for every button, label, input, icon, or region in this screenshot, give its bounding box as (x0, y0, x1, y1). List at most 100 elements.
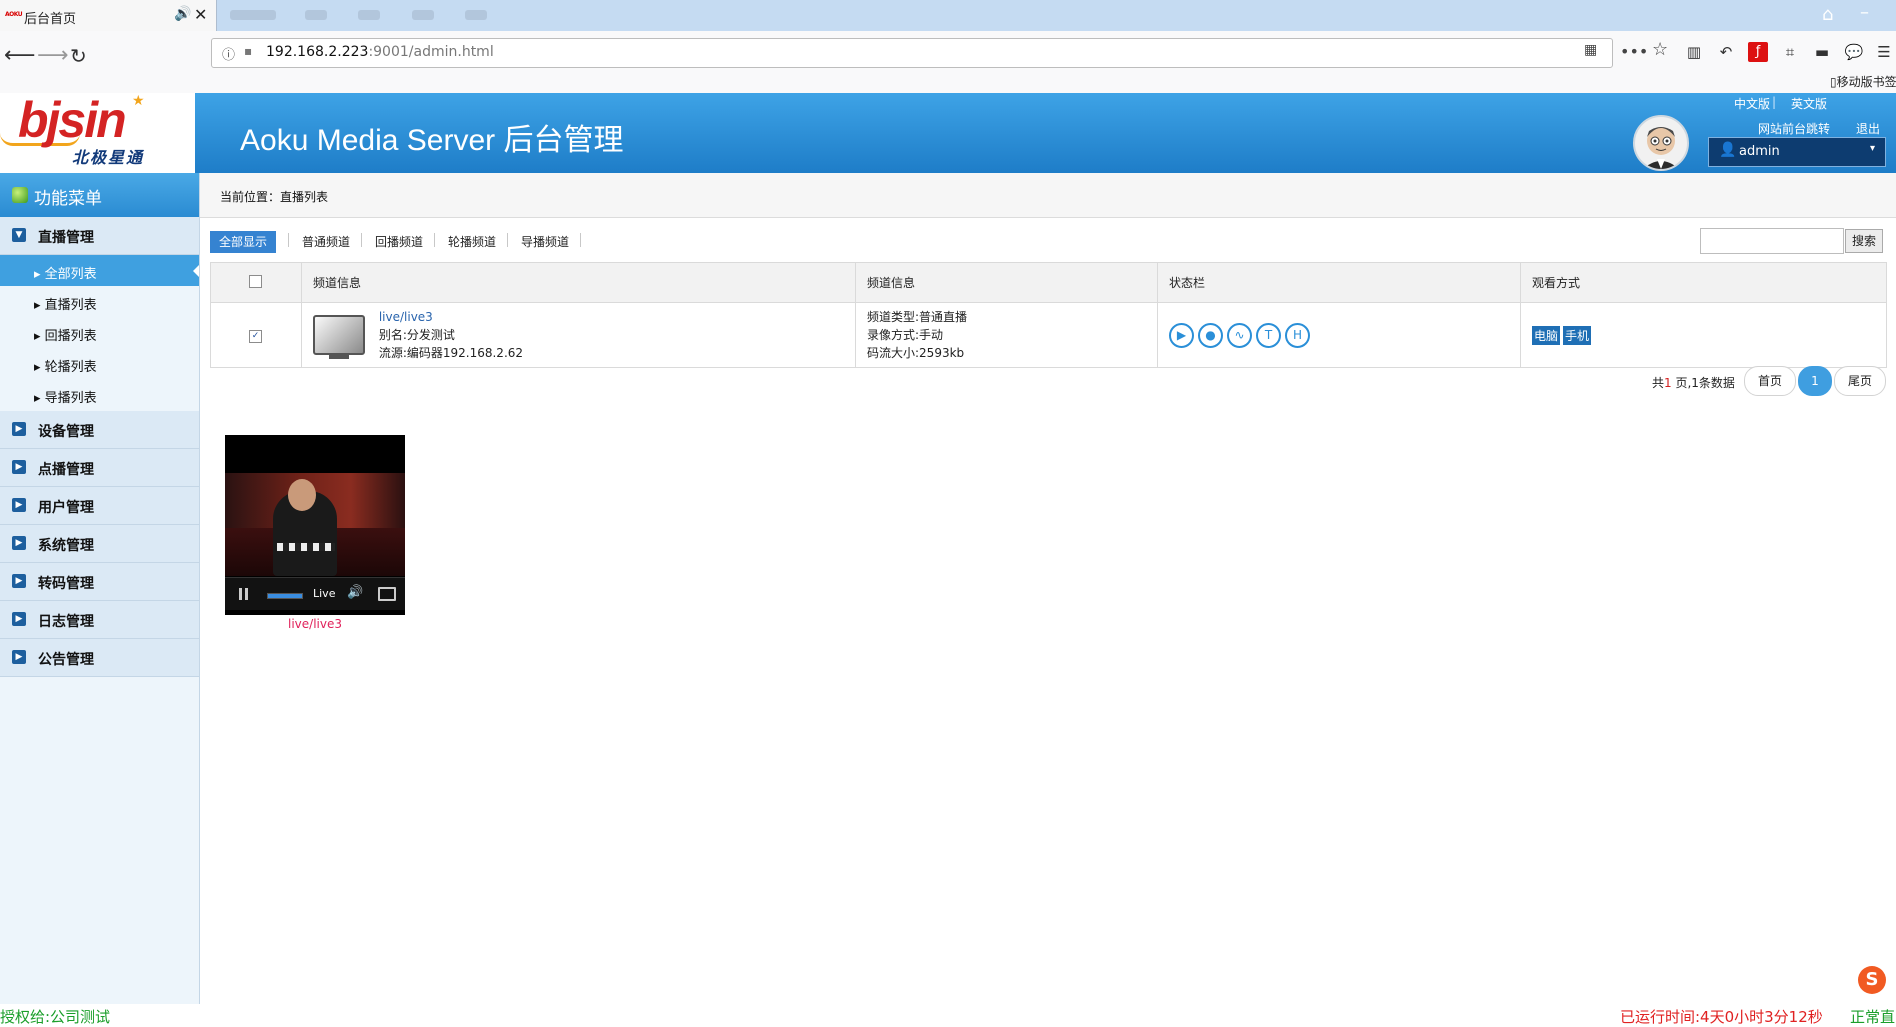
pagination-prefix: 共 (1652, 376, 1665, 390)
mobile-bookmarks[interactable]: ▯移动版书签 (1830, 73, 1896, 90)
expand-icon: ▶ (12, 422, 26, 436)
background-tab[interactable] (358, 10, 380, 20)
sidebar-item-label: ▸ 全部列表 (34, 267, 97, 282)
background-tab[interactable] (465, 10, 487, 20)
channel-link[interactable]: live/live3 (379, 310, 433, 324)
t-icon[interactable]: T (1256, 322, 1281, 348)
select-all-cell (210, 262, 302, 303)
progress-bar[interactable] (267, 593, 303, 599)
filter-carousel[interactable]: 轮播频道 (448, 231, 496, 253)
watch-mobile-button[interactable]: 手机 (1563, 325, 1592, 345)
sidebar-item-all-list[interactable]: ▸ 全部列表 (0, 255, 199, 286)
bookmark-star-icon[interactable]: ☆ (1652, 39, 1668, 60)
select-all-checkbox[interactable] (249, 274, 262, 288)
page-icon: ▪ (244, 44, 253, 58)
home-icon[interactable]: ⌂ (1822, 4, 1833, 25)
sidebar-group-user[interactable]: ▶ 用户管理 (0, 487, 199, 525)
sidebar-group-device[interactable]: ▶ 设备管理 (0, 411, 199, 449)
logo: bjsin ★ 北极星通 (0, 92, 195, 173)
sidebar-group-system[interactable]: ▶ 系统管理 (0, 525, 199, 563)
reload-icon[interactable]: ↻ (70, 41, 87, 71)
filter-replay[interactable]: 回播频道 (375, 231, 423, 253)
qr-code-icon[interactable]: ▦ (1584, 42, 1597, 58)
background-tab[interactable] (230, 10, 276, 20)
filter-divider (361, 233, 362, 247)
record-mode: 录像方式:手动 (867, 328, 944, 342)
flash-icon[interactable]: ƒ (1748, 42, 1768, 62)
minimize-icon[interactable]: – (1860, 2, 1869, 23)
expand-icon: ▶ (12, 650, 26, 664)
filter-divider (434, 233, 435, 247)
tab-title: 后台首页 (24, 12, 77, 27)
tab-favicon: AOKU (5, 11, 23, 18)
player-caption[interactable]: live/live3 (225, 617, 405, 631)
breadcrumb-text: 当前位置：直播列表 (220, 190, 329, 204)
close-icon[interactable]: ✕ (194, 5, 207, 24)
logout-link[interactable]: 退出 (1856, 120, 1880, 137)
forward-icon[interactable]: ⟶ (37, 41, 69, 71)
url-text[interactable]: 192.168.2.223:9001/admin.html (266, 44, 494, 60)
filter-all[interactable]: 全部显示 (210, 231, 277, 253)
last-page-button[interactable]: 尾页 (1834, 366, 1886, 396)
sidebar-group-label: 转码管理 (38, 576, 94, 592)
keyboard-icon[interactable]: ▬ (1812, 42, 1832, 62)
sidebar-item-live-list[interactable]: ▸ 直播列表 (0, 286, 199, 317)
crop-icon[interactable]: ⌗ (1780, 42, 1800, 62)
volume-icon[interactable]: 🔊 (347, 585, 363, 600)
sogou-ime-icon[interactable]: S (1858, 966, 1886, 994)
watch-pc-button[interactable]: 电脑 (1532, 325, 1561, 345)
current-page-button[interactable]: 1 (1798, 366, 1832, 396)
filter-normal[interactable]: 普通频道 (302, 231, 350, 253)
sidebar-item-carousel-list[interactable]: ▸ 轮播列表 (0, 348, 199, 379)
video-frame: Live 🔊 (225, 473, 405, 613)
sidebar-item-director-list[interactable]: ▸ 导播列表 (0, 379, 199, 410)
sidebar-group-log[interactable]: ▶ 日志管理 (0, 601, 199, 639)
fullscreen-icon[interactable] (378, 587, 396, 601)
sidebar-group-label: 公告管理 (38, 652, 94, 668)
column-header: 观看方式 (1520, 262, 1887, 303)
sidebar-group-notice[interactable]: ▶ 公告管理 (0, 639, 199, 677)
play-icon[interactable]: ▶ (1169, 322, 1194, 348)
sidebar-title: 功能菜单 (0, 173, 199, 217)
background-tab[interactable] (412, 10, 434, 20)
user-dropdown[interactable]: 👤 admin ▾ (1708, 137, 1886, 167)
camera-icon[interactable]: ● (1198, 322, 1223, 348)
sidebar-item-label: ▸ 回播列表 (34, 329, 97, 344)
search-input[interactable] (1700, 228, 1844, 254)
table-row: ✓ live/live3 别名:分发测试 流源:编码器192.168.2.62 … (210, 302, 1887, 368)
undo-icon[interactable]: ↶ (1716, 42, 1736, 62)
back-icon[interactable]: ⟵ (4, 41, 36, 71)
sidebar-icon[interactable]: ▥ (1684, 42, 1704, 62)
video-player[interactable]: Live 🔊 (225, 435, 405, 615)
menu-icon[interactable]: ☰ (1874, 42, 1894, 62)
browser-tab-active[interactable]: AOKU 后台首页 🔊 ✕ (0, 0, 217, 33)
h-icon[interactable]: H (1285, 322, 1310, 348)
bitrate: 码流大小:2593kb (867, 346, 965, 360)
wave-icon[interactable]: ∿ (1227, 322, 1252, 348)
search-button[interactable]: 搜索 (1845, 229, 1883, 253)
sidebar-item-label: ▸ 直播列表 (34, 298, 97, 313)
filter-director[interactable]: 导播频道 (521, 231, 569, 253)
watch-mode-cell: 电脑 手机 (1520, 302, 1887, 368)
chat-icon[interactable]: 💬 (1844, 42, 1864, 62)
url-bar[interactable]: ⓘ ▪ 192.168.2.223:9001/admin.html (211, 38, 1613, 68)
row-checkbox[interactable]: ✓ (249, 330, 262, 343)
more-icon[interactable]: ••• (1620, 42, 1648, 61)
sidebar-group-vod[interactable]: ▶ 点播管理 (0, 449, 199, 487)
lang-english-link[interactable]: 英文版 (1791, 95, 1827, 112)
audio-icon[interactable]: 🔊 (174, 6, 191, 22)
status-text: 正常直 (1850, 1008, 1896, 1026)
collapse-icon: ▼ (12, 228, 26, 242)
lang-chinese-link[interactable]: 中文版 (1734, 95, 1770, 112)
sidebar-group-live[interactable]: ▼ 直播管理 (0, 217, 199, 255)
sidebar-group-transcode[interactable]: ▶ 转码管理 (0, 563, 199, 601)
cube-icon (12, 187, 28, 203)
frontend-link[interactable]: 网站前台跳转 (1758, 120, 1830, 137)
info-icon[interactable]: ⓘ (222, 44, 235, 63)
first-page-button[interactable]: 首页 (1744, 366, 1796, 396)
sidebar: 功能菜单 ▼ 直播管理 ▸ 全部列表 ▸ 直播列表 ▸ 回播列表 ▸ 轮播列表 … (0, 173, 200, 1005)
background-tab[interactable] (305, 10, 327, 20)
avatar (1633, 115, 1689, 171)
pause-icon[interactable] (239, 588, 248, 600)
sidebar-item-replay-list[interactable]: ▸ 回播列表 (0, 317, 199, 348)
